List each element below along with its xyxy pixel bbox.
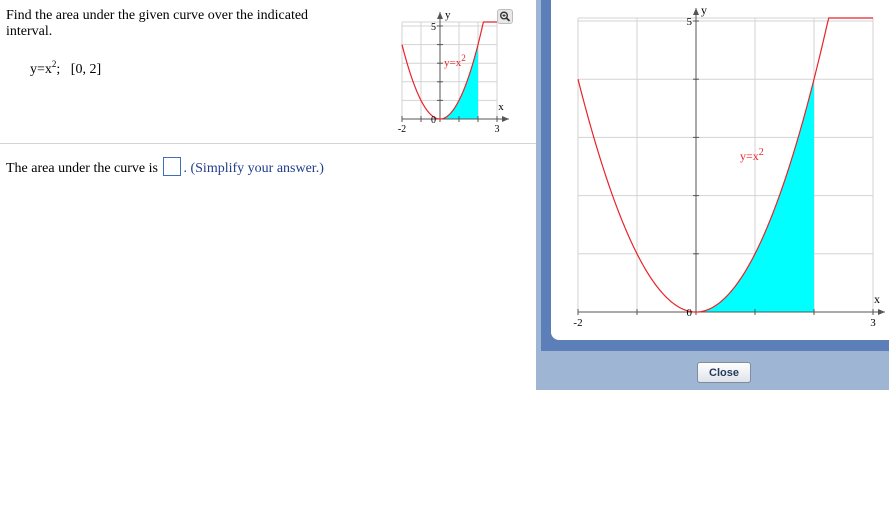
x-min-label: -2 xyxy=(573,317,582,329)
origin-label: 0 xyxy=(431,115,436,126)
y-axis-arrow xyxy=(693,8,699,15)
simplify-instruction: . (Simplify your answer.) xyxy=(183,161,324,176)
x-axis-label: x xyxy=(874,292,880,306)
x-axis-label: x xyxy=(498,101,504,113)
divider xyxy=(0,143,536,144)
answer-input[interactable] xyxy=(163,157,182,176)
answer-line: The area under the curve is . (Simplify … xyxy=(6,157,324,177)
x-axis-arrow xyxy=(878,309,885,315)
problem-statement: Find the area under the given curve over… xyxy=(6,8,309,39)
close-button[interactable]: Close xyxy=(697,362,751,383)
curve-label: y=x2 xyxy=(444,53,466,69)
curve xyxy=(577,17,873,313)
enlarged-graph: -2 3 5 0 x y y=x2 xyxy=(573,4,885,329)
magnifier-icon[interactable] xyxy=(497,9,513,24)
equation: y=x2; [0, 2] xyxy=(30,59,102,78)
x-axis-arrow xyxy=(502,116,509,122)
y-axis-label: y xyxy=(445,9,451,21)
y-axis-label: y xyxy=(701,4,707,17)
origin-label: 0 xyxy=(687,307,693,319)
y-max-label: 5 xyxy=(431,22,436,33)
x-max-label: 3 xyxy=(870,317,876,329)
curve xyxy=(401,21,497,120)
curve-label: y=x2 xyxy=(740,147,764,163)
y-axis-arrow xyxy=(437,12,443,19)
thumbnail-graph[interactable]: -2 3 5 0 x y y=x2 xyxy=(392,8,512,138)
x-max-label: 3 xyxy=(495,124,500,135)
y-max-label: 5 xyxy=(687,16,693,28)
x-min-label: -2 xyxy=(398,124,406,135)
